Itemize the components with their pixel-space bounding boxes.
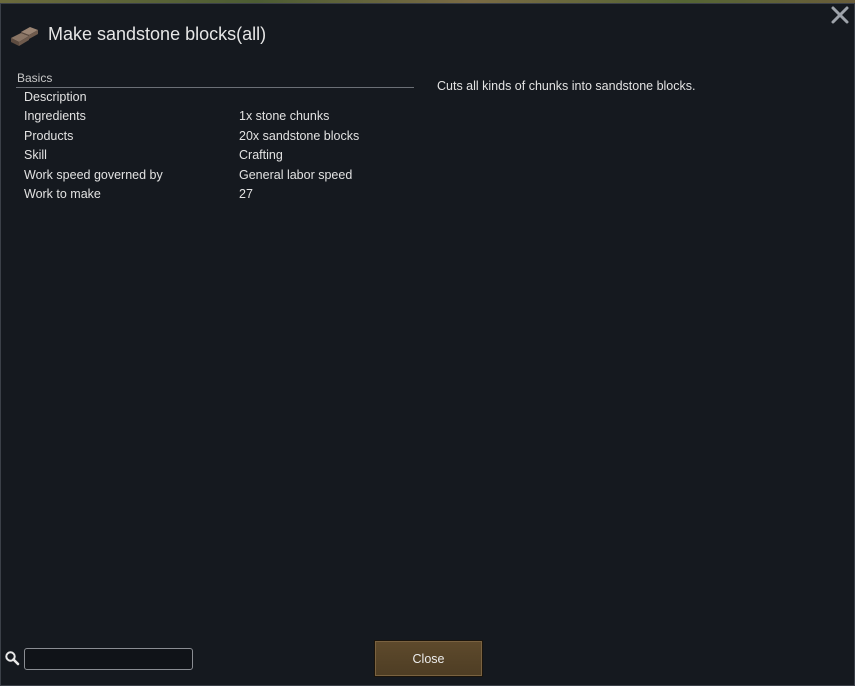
stat-row-products[interactable]: Products 20x sandstone blocks: [16, 127, 414, 146]
stat-value: 20x sandstone blocks: [239, 128, 360, 143]
stat-value: General labor speed: [239, 167, 353, 182]
search-input[interactable]: [24, 648, 193, 670]
stat-value: 27: [239, 186, 253, 201]
stats-panel: Basics Description Ingredients 1x stone …: [16, 70, 414, 204]
stat-row-work-speed[interactable]: Work speed governed by General labor spe…: [16, 166, 414, 185]
info-window: Make sandstone blocks(all) Basics Descri…: [0, 3, 855, 686]
stat-row-ingredients[interactable]: Ingredients 1x stone chunks: [16, 107, 414, 126]
stat-value: 1x stone chunks: [239, 109, 330, 124]
stat-label: Work to make: [24, 186, 101, 201]
stat-value: Crafting: [239, 148, 283, 163]
close-icon[interactable]: [830, 5, 850, 25]
stat-row-work-to-make[interactable]: Work to make 27: [16, 185, 414, 204]
stat-row-description[interactable]: Description: [16, 88, 414, 107]
window-title: Make sandstone blocks(all): [48, 24, 267, 44]
search-icon: [5, 651, 20, 666]
sandstone-blocks-icon: [11, 27, 38, 46]
stat-label: Products: [24, 128, 74, 143]
close-button[interactable]: Close: [374, 640, 483, 677]
stat-label: Description: [24, 90, 87, 104]
description-text: Cuts all kinds of chunks into sandstone …: [437, 79, 696, 93]
stat-label: Ingredients: [24, 109, 86, 124]
stat-label: Skill: [24, 148, 47, 163]
stat-label: Work speed governed by: [24, 167, 163, 182]
section-header-basics: Basics: [16, 70, 414, 88]
stat-row-skill[interactable]: Skill Crafting: [16, 146, 414, 165]
